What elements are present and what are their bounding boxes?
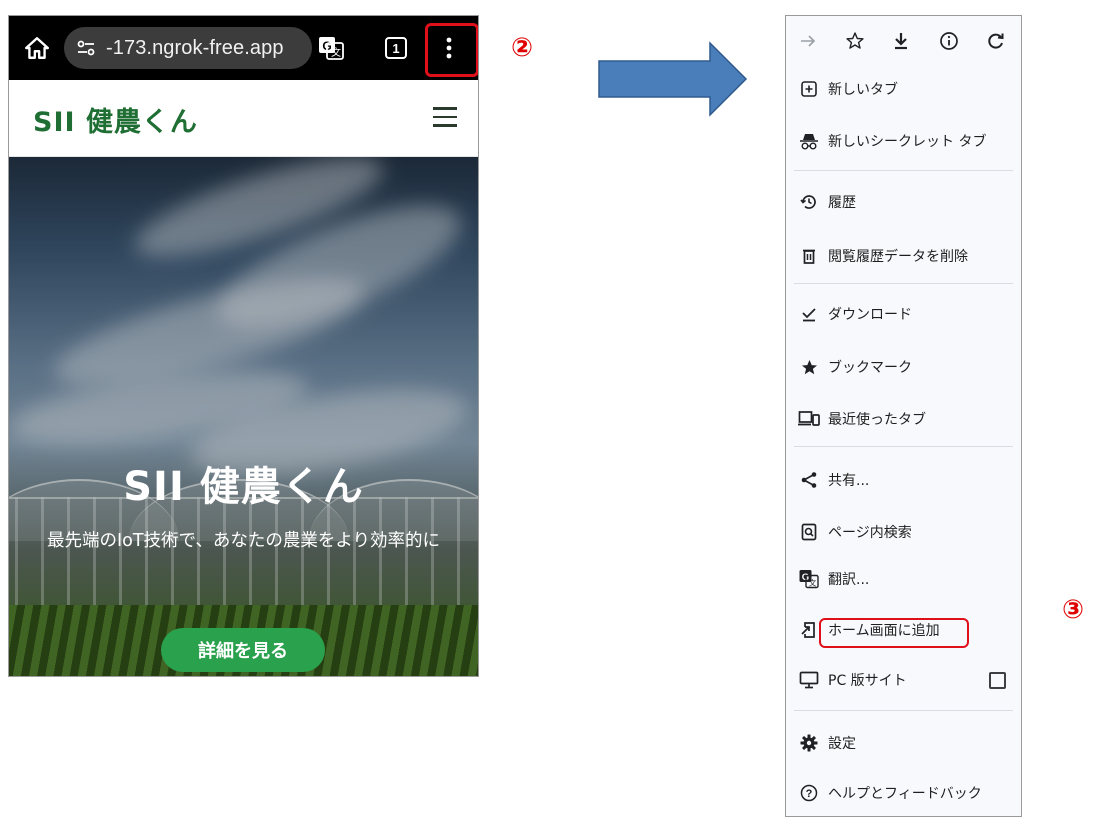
menu-divider xyxy=(794,710,1013,711)
incognito-icon xyxy=(798,130,820,152)
devices-icon xyxy=(798,408,820,430)
history-icon xyxy=(798,191,820,213)
menu-item-label: 設定 xyxy=(828,736,856,752)
menu-item-history[interactable]: 履歴 xyxy=(786,181,1021,223)
desktop-site-checkbox[interactable] xyxy=(989,671,1006,689)
menu-divider xyxy=(794,283,1013,284)
download-icon[interactable] xyxy=(889,29,913,53)
site-header: SII 健農くん xyxy=(9,80,478,157)
menu-item-label: ページ内検索 xyxy=(828,525,912,541)
tab-count: 1 xyxy=(385,37,407,59)
menu-divider xyxy=(794,170,1013,171)
svg-text:文: 文 xyxy=(331,46,341,59)
svg-text:文: 文 xyxy=(809,578,817,588)
menu-item-label: 翻訳... xyxy=(828,572,870,588)
menu-item-help[interactable]: ? ヘルプとフィードバック xyxy=(786,772,1021,814)
new-tab-icon xyxy=(798,78,820,100)
menu-item-label: PC 版サイト xyxy=(828,673,907,689)
address-bar[interactable]: -173.ngrok-free.app xyxy=(64,27,312,69)
menu-item-label: 閲覧履歴データを削除 xyxy=(828,249,968,265)
star-icon xyxy=(798,356,820,378)
menu-item-desktop-site[interactable]: PC 版サイト xyxy=(786,659,1021,701)
menu-item-incognito[interactable]: 新しいシークレット タブ xyxy=(786,120,1021,162)
translate-icon: G文 xyxy=(798,568,820,590)
url-text[interactable]: -173.ngrok-free.app xyxy=(106,37,284,60)
browser-menu-panel: 新しいタブ 新しいシークレット タブ 履歴 閲覧履歴データを削除 ダウンロード xyxy=(785,15,1022,817)
hero-section: SII 健農くん 最先端のIoT技術で、あなたの農業をより効率的に 詳細を見る xyxy=(9,157,478,676)
share-icon xyxy=(798,469,820,491)
menu-item-label: ブックマーク xyxy=(828,360,912,376)
hero-title: SII 健農くん xyxy=(123,464,364,510)
menu-item-settings[interactable]: 設定 xyxy=(786,722,1021,764)
details-button[interactable]: 詳細を見る xyxy=(161,628,325,672)
menu-item-label: 最近使ったタブ xyxy=(828,412,926,428)
add-to-home-highlight-box xyxy=(819,618,969,648)
info-icon[interactable] xyxy=(937,29,961,53)
menu-item-label: ヘルプとフィードバック xyxy=(828,786,982,802)
menu-item-bookmarks[interactable]: ブックマーク xyxy=(786,346,1021,388)
find-in-page-icon xyxy=(798,521,820,543)
bookmark-star-icon[interactable] xyxy=(843,29,867,53)
site-logo[interactable]: SII 健農くん xyxy=(33,100,198,139)
step-3-label: ③ xyxy=(1062,595,1085,625)
menu-item-label: 新しいシークレット タブ xyxy=(828,134,987,150)
menu-toolbar xyxy=(786,16,1021,66)
menu-item-clear-data[interactable]: 閲覧履歴データを削除 xyxy=(786,235,1021,277)
menu-highlight-box xyxy=(425,23,478,77)
menu-item-label: 履歴 xyxy=(828,195,856,211)
menu-item-label: ダウンロード xyxy=(828,307,912,323)
trash-icon xyxy=(798,245,820,267)
menu-item-find-in-page[interactable]: ページ内検索 xyxy=(786,511,1021,553)
gear-icon xyxy=(798,732,820,754)
right-arrow-icon xyxy=(598,41,748,117)
hamburger-menu-icon[interactable] xyxy=(433,107,457,127)
step-2-label: ② xyxy=(511,33,534,63)
menu-item-share[interactable]: 共有... xyxy=(786,459,1021,501)
menu-divider xyxy=(794,446,1013,447)
site-settings-icon[interactable] xyxy=(76,38,96,58)
menu-item-label: 新しいタブ xyxy=(828,82,898,98)
forward-icon[interactable] xyxy=(796,29,820,53)
home-icon[interactable] xyxy=(21,32,53,64)
menu-item-new-tab[interactable]: 新しいタブ xyxy=(786,68,1021,110)
translate-icon[interactable]: G 文 xyxy=(315,32,347,64)
menu-item-translate[interactable]: G文 翻訳... xyxy=(786,558,1021,600)
help-icon: ? xyxy=(798,782,820,804)
svg-text:?: ? xyxy=(806,788,813,800)
phone-screenshot: -173.ngrok-free.app G 文 1 SII 健農くん SII 健… xyxy=(8,15,479,677)
hero-subtitle: 最先端のIoT技術で、あなたの農業をより効率的に xyxy=(46,531,440,551)
menu-item-downloads[interactable]: ダウンロード xyxy=(786,293,1021,335)
tab-switcher-button[interactable]: 1 xyxy=(381,33,411,63)
add-to-home-icon xyxy=(798,619,820,641)
desktop-icon xyxy=(798,669,820,691)
browser-toolbar: -173.ngrok-free.app G 文 1 xyxy=(9,16,478,80)
refresh-icon[interactable] xyxy=(984,29,1008,53)
menu-item-recent-tabs[interactable]: 最近使ったタブ xyxy=(786,398,1021,440)
menu-item-label: 共有... xyxy=(828,473,870,489)
downloads-icon xyxy=(798,303,820,325)
